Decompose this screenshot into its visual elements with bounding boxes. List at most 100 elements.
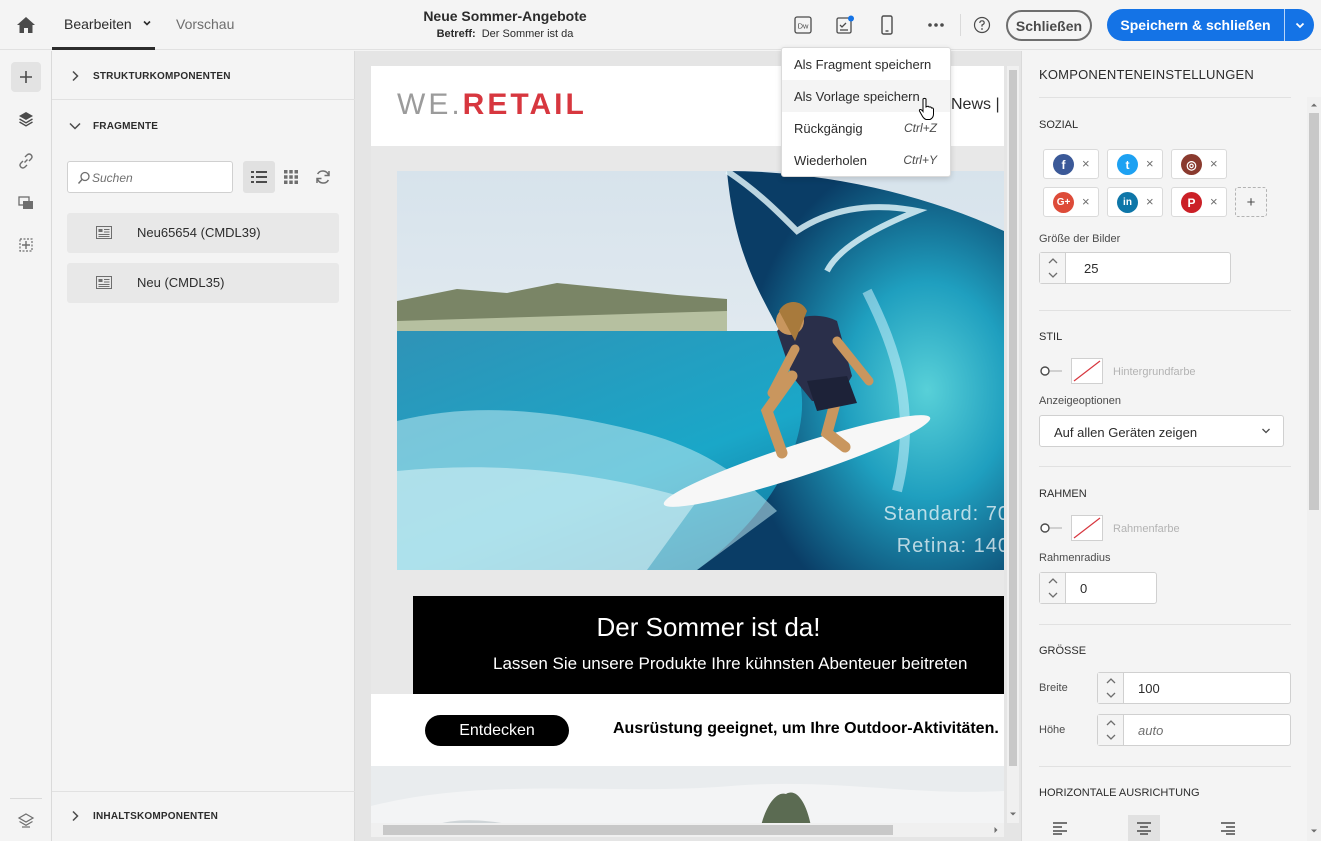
height-placeholder[interactable]: auto (1138, 723, 1163, 738)
toolbar-divider (960, 14, 961, 36)
scroll-up-icon[interactable] (1310, 101, 1318, 109)
chevron-down-icon[interactable] (141, 17, 153, 29)
pointer-cursor-icon (918, 97, 936, 121)
save-and-close-button[interactable]: Speichern & schließen (1107, 9, 1314, 41)
mountain-illustration (371, 766, 1004, 826)
save-and-close-label[interactable]: Speichern & schließen (1107, 9, 1284, 41)
hero-image[interactable]: Standard: 70 Retina: 140 (397, 171, 1004, 570)
tab-preview[interactable]: Vorschau (176, 16, 234, 32)
close-button[interactable]: Schließen (1006, 10, 1092, 41)
email-preview[interactable]: WE.RETAIL News | Standard: 70 Retina: 14… (371, 66, 1004, 826)
layers-icon[interactable] (11, 104, 41, 134)
social-chip-instagram[interactable]: ◎ × (1171, 149, 1227, 179)
chevron-right-icon[interactable] (70, 70, 80, 82)
social-chip-twitter[interactable]: t × (1107, 149, 1163, 179)
checklist-icon[interactable] (834, 14, 856, 36)
scroll-down-icon[interactable] (1009, 810, 1017, 818)
refresh-icon[interactable] (307, 161, 339, 193)
stepper-arrows-icon[interactable] (1040, 253, 1066, 283)
width-value[interactable]: 100 (1138, 681, 1160, 696)
image-size-value[interactable]: 25 (1084, 261, 1098, 276)
menu-item-redo[interactable]: Wiederholen Ctrl+Y (782, 144, 950, 176)
remove-instagram-icon[interactable]: × (1210, 156, 1218, 171)
assets-icon[interactable] (11, 188, 41, 218)
section-divider (1039, 310, 1291, 311)
dreamweaver-icon[interactable]: Dw (792, 14, 814, 36)
subject-value: Der Sommer ist da (481, 28, 574, 40)
remove-twitter-icon[interactable]: × (1146, 156, 1154, 171)
scroll-down-icon[interactable] (1310, 827, 1318, 835)
remove-facebook-icon[interactable]: × (1082, 156, 1090, 171)
remove-pinterest-icon[interactable]: × (1210, 194, 1218, 209)
canvas-vertical-scrollbar[interactable] (1007, 66, 1019, 823)
social-chip-google-plus[interactable]: G+ × (1043, 187, 1099, 217)
instagram-icon: ◎ (1181, 154, 1202, 175)
tab-edit[interactable]: Bearbeiten (64, 16, 132, 32)
social-chip-pinterest[interactable]: P × (1171, 187, 1227, 217)
structure-components-header[interactable]: STRUKTURKOMPONENTEN (52, 52, 355, 100)
menu-item-save-as-fragment[interactable]: Als Fragment speichern (782, 48, 950, 80)
settings-scrollbar[interactable] (1307, 97, 1321, 841)
canvas-horizontal-scrollbar[interactable] (371, 823, 1004, 837)
home-icon[interactable] (14, 13, 38, 37)
image-size-stepper[interactable]: 25 (1039, 252, 1231, 284)
display-options-select[interactable]: Auf allen Geräten zeigen (1039, 415, 1284, 447)
left-rail (0, 51, 52, 841)
personalization-icon[interactable] (11, 230, 41, 260)
chevron-down-icon[interactable] (68, 121, 82, 131)
twitter-icon: t (1117, 154, 1138, 175)
components-panel: STRUKTURKOMPONENTEN FRAGMENTE Suchen Neu… (52, 51, 355, 841)
layers-settings-icon[interactable] (11, 806, 41, 836)
more-icon[interactable] (925, 14, 947, 36)
list-view-icon[interactable] (243, 161, 275, 193)
headline-block[interactable]: Der Sommer ist da! Lassen Sie unsere Pro… (413, 596, 1004, 694)
cta-block[interactable]: Entdecken Ausrüstung geeignet, um Ihre O… (371, 694, 1004, 766)
fragment-search-input[interactable]: Suchen (67, 161, 233, 193)
align-right-icon[interactable] (1212, 815, 1244, 841)
section-divider (1039, 624, 1291, 625)
link-icon[interactable] (11, 146, 41, 176)
scroll-thumb[interactable] (383, 825, 893, 835)
we-retail-logo[interactable]: WE.RETAIL (397, 88, 587, 122)
stepper-arrows-icon[interactable] (1098, 673, 1124, 703)
mobile-preview-icon[interactable] (876, 14, 898, 36)
grid-view-icon[interactable] (275, 161, 307, 193)
border-radius-stepper[interactable]: 0 (1039, 572, 1157, 604)
add-social-button[interactable]: + (1235, 187, 1267, 217)
content-components-header[interactable]: INHALTSKOMPONENTEN (52, 791, 355, 841)
stepper-arrows-icon[interactable] (1040, 573, 1066, 603)
fragment-label: Neu65654 (CMDL39) (137, 225, 261, 240)
settings-panel: KOMPONENTENEINSTELLUNGEN SOZIAL + Größe … (1021, 51, 1321, 841)
nav-news-link[interactable]: News | (951, 96, 1000, 114)
border-radius-value[interactable]: 0 (1080, 581, 1087, 596)
height-label: Höhe (1039, 724, 1066, 736)
add-components-icon[interactable] (11, 62, 41, 92)
scroll-thumb[interactable] (1009, 70, 1017, 766)
social-chip-facebook[interactable]: f × (1043, 149, 1099, 179)
border-color-swatch[interactable] (1071, 515, 1103, 541)
background-toggle[interactable] (1039, 364, 1063, 378)
remove-google-plus-icon[interactable]: × (1082, 194, 1090, 209)
border-toggle[interactable] (1039, 521, 1063, 535)
search-placeholder: Suchen (92, 171, 133, 185)
align-left-icon[interactable] (1044, 815, 1076, 841)
fragment-item[interactable]: Neu65654 (CMDL39) (67, 213, 339, 253)
discover-button[interactable]: Entdecken (425, 715, 569, 746)
remove-linkedin-icon[interactable]: × (1146, 194, 1154, 209)
width-stepper[interactable]: 100 (1097, 672, 1291, 704)
chevron-right-icon[interactable] (70, 810, 80, 822)
stepper-arrows-icon[interactable] (1098, 715, 1124, 745)
scroll-right-icon[interactable] (992, 826, 1000, 834)
fragments-header[interactable]: FRAGMENTE (52, 102, 355, 150)
fragment-item[interactable]: Neu (CMDL35) (67, 263, 339, 303)
background-color-swatch[interactable] (1071, 358, 1103, 384)
second-image[interactable] (371, 766, 1004, 826)
fragments-heading: FRAGMENTE (93, 121, 159, 132)
help-icon[interactable] (971, 14, 993, 36)
align-center-icon[interactable] (1128, 815, 1160, 841)
scroll-thumb[interactable] (1309, 113, 1319, 510)
social-chip-linkedin[interactable]: in × (1107, 187, 1163, 217)
hero-overlay-text: Retina: 140 (896, 535, 1004, 557)
height-stepper[interactable]: auto (1097, 714, 1291, 746)
save-options-chevron-icon[interactable] (1285, 9, 1314, 41)
